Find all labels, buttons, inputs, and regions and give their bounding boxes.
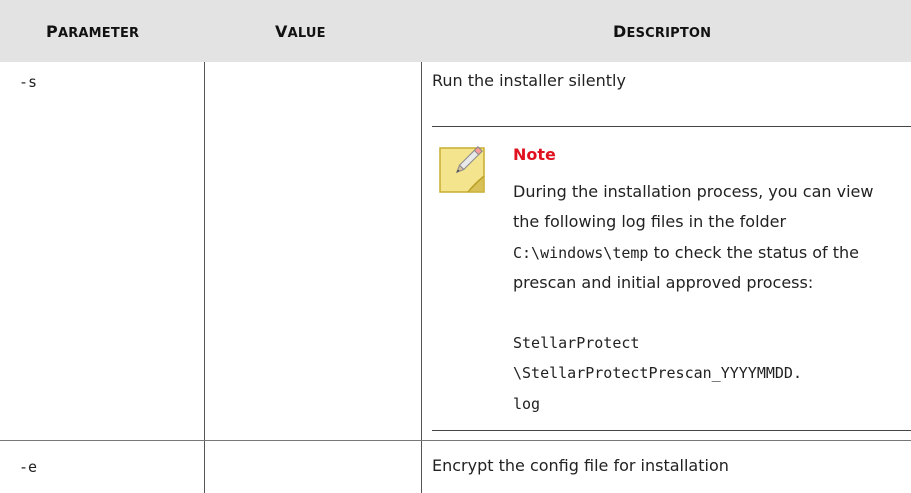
row-separator [0,440,911,441]
note-top-rule [432,126,911,127]
log-file-path: StellarProtect \StellarProtectPrescan_YY… [513,328,893,419]
description-e: Encrypt the config file for installation [432,456,729,475]
note-inline-path: C:\windows\temp [513,243,649,262]
column-divider [204,62,205,493]
note-bottom-rule [432,430,911,431]
log-line-1: StellarProtect [513,334,640,352]
header-description: DESCRIPTON [613,21,712,41]
header-parameter: PARAMETER [46,21,140,41]
header-value: VALUE [275,21,326,41]
note-pencil-icon [437,141,493,197]
description-s: Run the installer silently [432,71,626,90]
column-divider [421,62,422,493]
log-line-2: \StellarProtectPrescan_YYYYMMDD. [513,364,802,383]
param-e: -e [19,458,38,476]
log-line-3: log [513,394,541,413]
note-title: Note [513,145,556,164]
param-s: -s [19,73,38,91]
note-body: During the installation process, you can… [513,177,893,299]
note-text-before: During the installation process, you can… [513,182,874,232]
